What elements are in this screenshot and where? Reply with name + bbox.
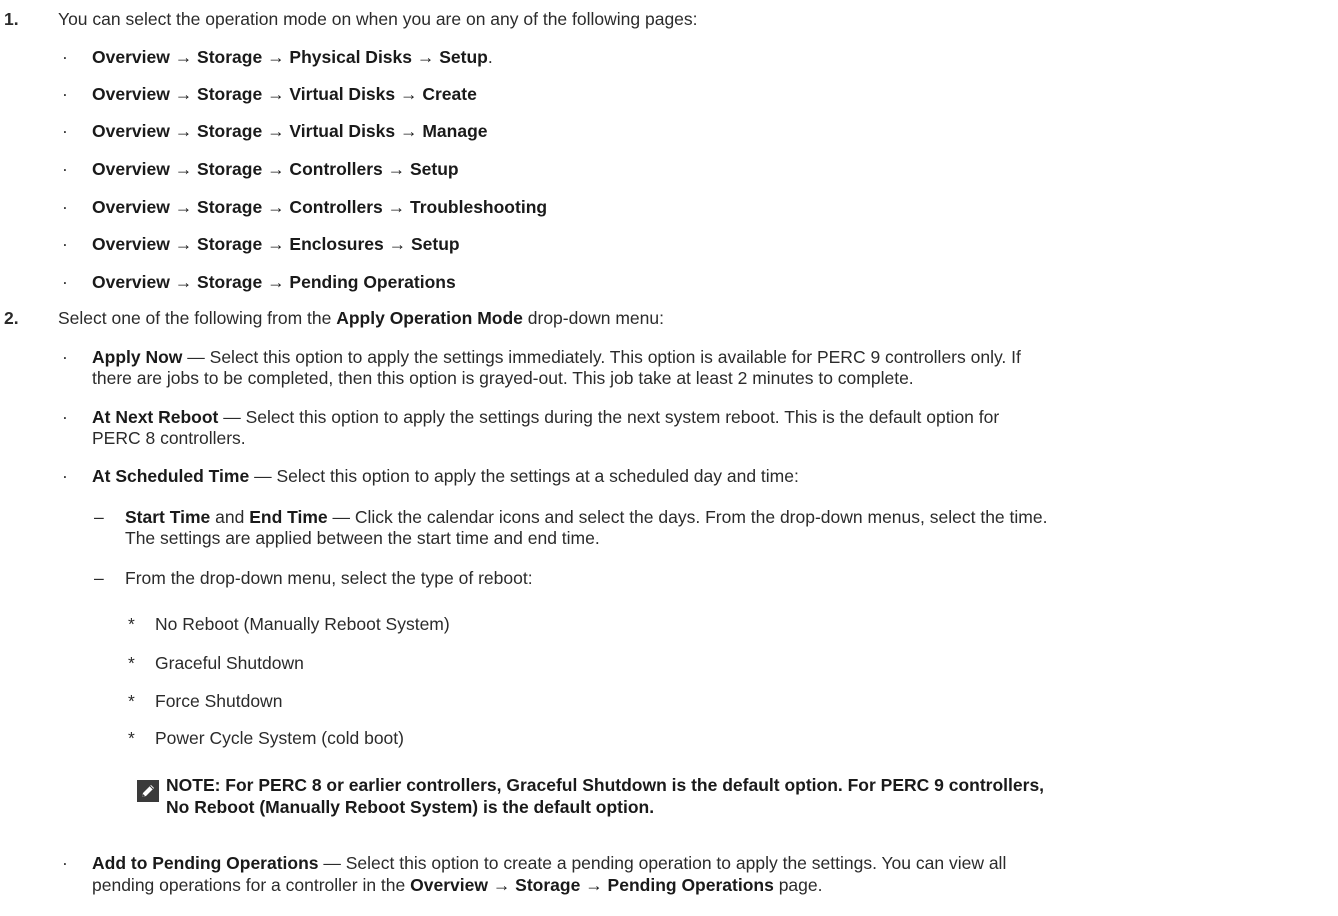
reboot-option: No Reboot (Manually Reboot System) <box>155 614 450 634</box>
note-pencil-icon <box>137 780 159 802</box>
bullet: · <box>62 159 68 179</box>
next-reboot-description: PERC 8 controllers. <box>92 428 246 448</box>
star: * <box>128 728 135 748</box>
page-path-item: Overview → Storage → Physical Disks → Se… <box>92 47 493 67</box>
reboot-type-item: From the drop-down menu, select the type… <box>125 568 533 588</box>
page-path-item: Overview → Storage → Pending Operations <box>92 272 456 292</box>
step-2-intro: Select one of the following from the App… <box>58 308 664 328</box>
bullet: · <box>62 466 68 486</box>
note-line-2: No Reboot (Manually Reboot System) is th… <box>166 797 655 817</box>
star: * <box>128 691 135 711</box>
bullet: · <box>62 272 68 292</box>
bullet: · <box>62 234 68 254</box>
page-path-item: Overview → Storage → Virtual Disks → Man… <box>92 121 488 141</box>
bullet: · <box>62 853 68 873</box>
pending-operations-description: pending operations for a controller in t… <box>92 875 823 895</box>
page-path-item: Overview → Storage → Virtual Disks → Cre… <box>92 84 477 104</box>
bullet: · <box>62 84 68 104</box>
dash: – <box>94 568 104 588</box>
star: * <box>128 653 135 673</box>
reboot-option: Power Cycle System (cold boot) <box>155 728 404 748</box>
apply-now-option: Apply Now — Select this option to apply … <box>92 347 1021 367</box>
dash: – <box>94 507 104 527</box>
scheduled-time-option: At Scheduled Time — Select this option t… <box>92 466 799 486</box>
note-line-1: NOTE: For PERC 8 or earlier controllers,… <box>166 775 1045 795</box>
start-end-time-description: The settings are applied between the sta… <box>125 528 600 548</box>
step-1-intro: You can select the operation mode on whe… <box>58 9 698 29</box>
bullet: · <box>62 407 68 427</box>
bullet: · <box>62 121 68 141</box>
page-path-item: Overview → Storage → Controllers → Setup <box>92 159 459 179</box>
bullet: · <box>62 47 68 67</box>
page-path-item: Overview → Storage → Enclosures → Setup <box>92 234 460 254</box>
bullet: · <box>62 347 68 367</box>
next-reboot-option: At Next Reboot — Select this option to a… <box>92 407 1000 427</box>
step-number-1: 1. <box>4 9 19 29</box>
star: * <box>128 614 135 634</box>
reboot-option: Graceful Shutdown <box>155 653 304 673</box>
step-number-2: 2. <box>4 308 19 328</box>
page-path-item: Overview → Storage → Controllers → Troub… <box>92 197 548 217</box>
apply-now-description: there are jobs to be completed, then thi… <box>92 368 914 388</box>
reboot-option: Force Shutdown <box>155 691 283 711</box>
pending-operations-option: Add to Pending Operations — Select this … <box>92 853 1007 873</box>
start-end-time-item: Start Time and End Time — Click the cale… <box>125 507 1048 527</box>
bullet: · <box>62 197 68 217</box>
